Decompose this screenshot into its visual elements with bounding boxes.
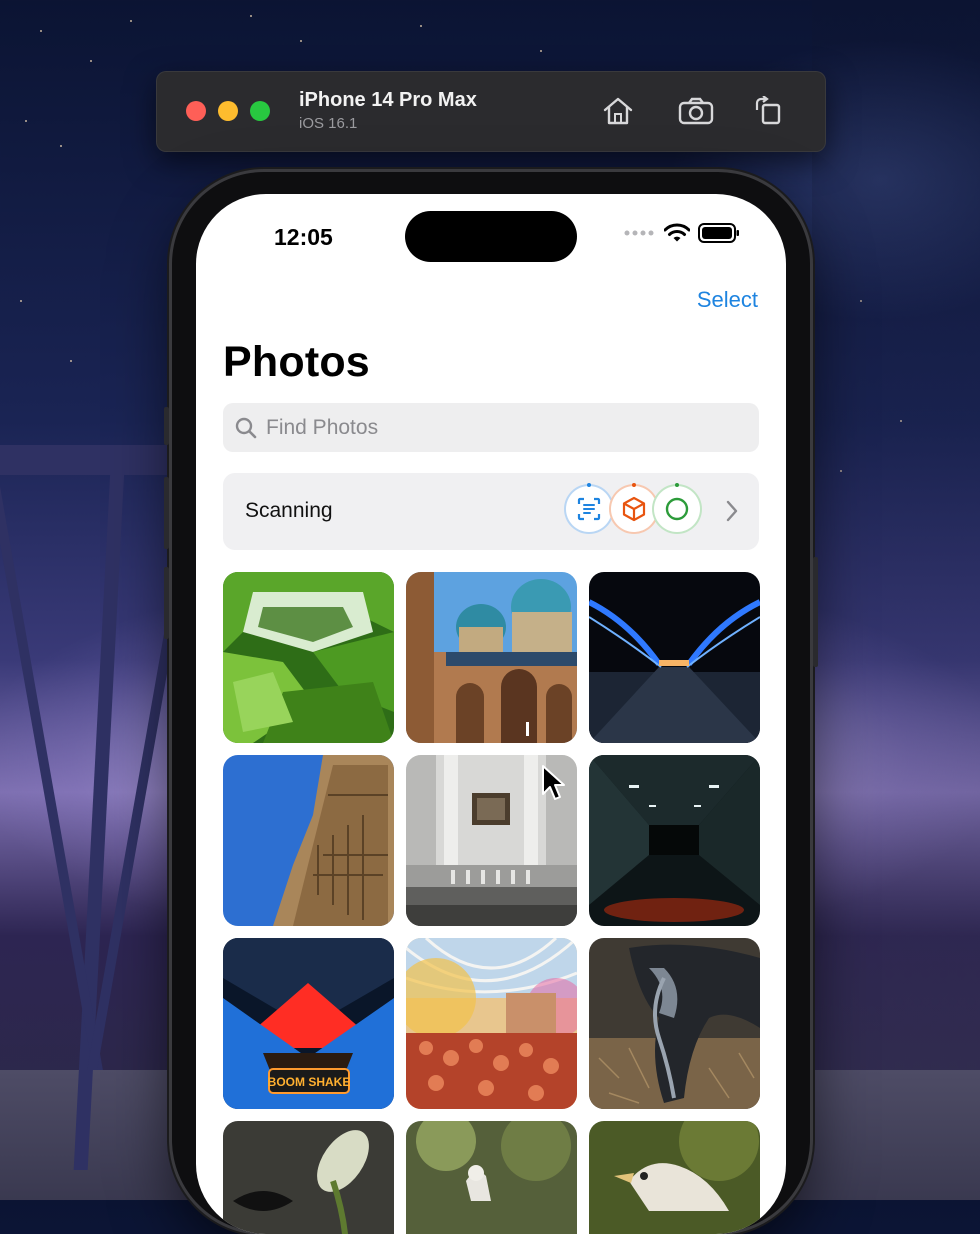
action-button[interactable]	[164, 407, 169, 445]
search-bar[interactable]: Find Photos	[223, 403, 759, 452]
battery-icon	[698, 223, 739, 243]
page-title: Photos	[223, 338, 370, 386]
scanning-label: Scanning	[245, 499, 333, 522]
text-scan-icon	[566, 486, 612, 532]
close-window-button[interactable]	[186, 101, 206, 121]
rotate-icon[interactable]	[750, 93, 786, 129]
photo-bird-garden[interactable]	[406, 1121, 577, 1234]
screenshot-icon[interactable]	[678, 93, 714, 129]
device-name: iPhone 14 Pro Max	[299, 89, 477, 111]
signal-icon	[624, 230, 654, 236]
iphone-frame: 12:05 Select Photos Find Photos Scanning	[164, 172, 818, 1234]
photo-night-bridge[interactable]	[589, 572, 760, 743]
object-cube-icon	[611, 486, 657, 532]
photo-vulture[interactable]	[589, 1121, 760, 1234]
photo-grazing-horse[interactable]	[589, 938, 760, 1109]
photo-dark-tunnel[interactable]	[589, 755, 760, 926]
volume-up-button[interactable]	[164, 477, 169, 549]
scanning-row[interactable]: Scanning	[223, 473, 759, 550]
home-icon[interactable]	[600, 93, 636, 129]
search-icon	[235, 417, 257, 438]
photo-holi-festival[interactable]	[406, 938, 577, 1109]
dynamic-island	[405, 211, 577, 262]
status-icons	[624, 223, 740, 243]
power-button[interactable]	[813, 557, 818, 667]
search-input[interactable]: Find Photos	[266, 416, 378, 440]
phone-screen: 12:05 Select Photos Find Photos Scanning	[196, 194, 786, 1234]
photo-mosque[interactable]	[406, 572, 577, 743]
select-button[interactable]: Select	[697, 287, 758, 313]
minimize-window-button[interactable]	[218, 101, 238, 121]
simulator-title-bar: iPhone 14 Pro Max iOS 16.1	[156, 71, 826, 152]
zoom-window-button[interactable]	[250, 101, 270, 121]
status-time: 12:05	[274, 224, 333, 250]
circle-progress-icon	[654, 486, 700, 532]
mouse-cursor-icon	[542, 765, 565, 800]
sign-text: BOOM SHAKE	[268, 1075, 351, 1089]
photo-hieroglyph-wall[interactable]	[223, 755, 394, 926]
photo-neon-sign[interactable]: BOOM SHAKE	[223, 938, 394, 1109]
wifi-icon	[664, 223, 690, 242]
os-version: iOS 16.1	[299, 115, 358, 132]
photo-green-building[interactable]	[223, 572, 394, 743]
chevron-right-icon	[726, 500, 738, 522]
photo-butterfly[interactable]	[223, 1121, 394, 1234]
volume-down-button[interactable]	[164, 567, 169, 639]
